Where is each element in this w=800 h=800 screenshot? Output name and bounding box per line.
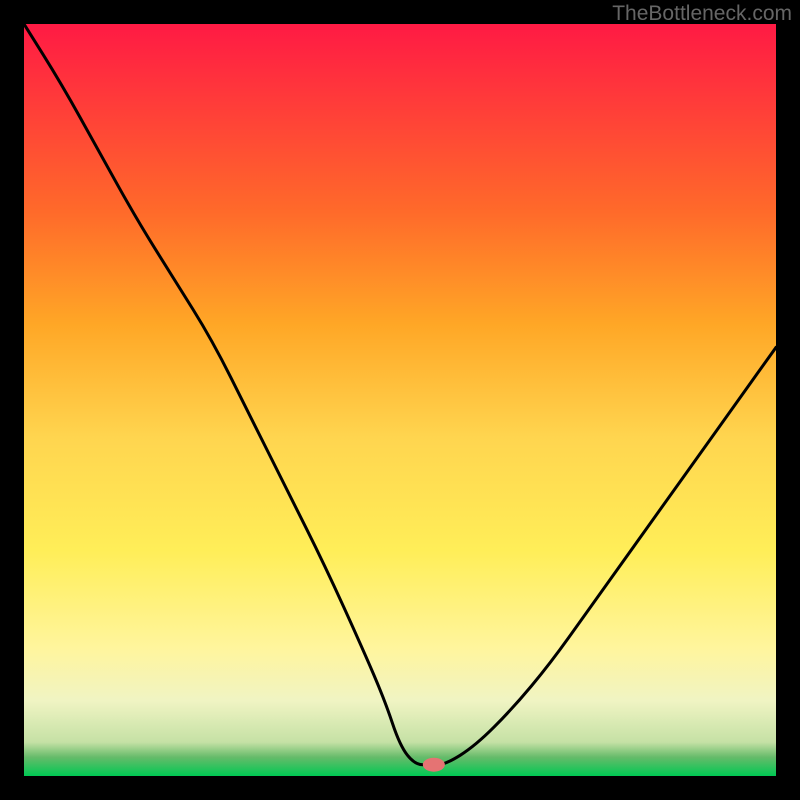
bottleneck-chart: [24, 24, 776, 776]
plot-area: [24, 24, 776, 776]
watermark-text: TheBottleneck.com: [612, 2, 792, 26]
gradient-background: [24, 24, 776, 776]
optimal-point-marker: [423, 758, 445, 772]
